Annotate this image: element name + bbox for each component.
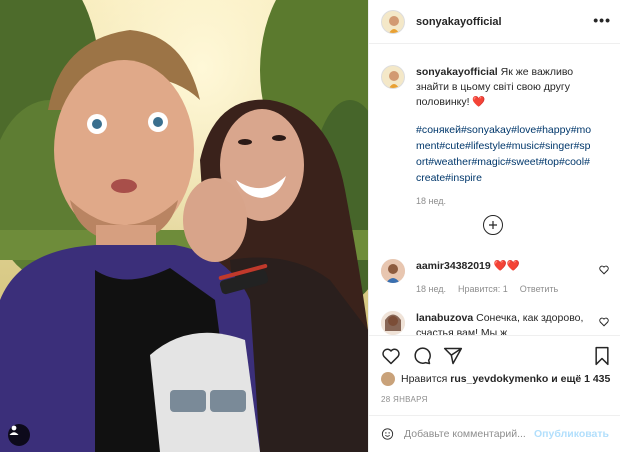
more-options-icon[interactable]: ••• [593,13,611,27]
comment-input[interactable] [404,428,535,440]
comments-area: sonyakayofficial Як же важливо знайти в … [369,45,620,335]
author-username[interactable]: sonyakayofficial [416,16,502,28]
comment-text: ❤️❤️ [493,260,520,272]
post-side-panel: sonyakayofficial ••• sonyakayofficial Як… [368,0,620,452]
comment-icon[interactable] [412,346,432,366]
caption: sonyakayofficial Як же важливо знайти в … [381,65,607,110]
caption-time[interactable]: 18 нед. [416,196,607,206]
commenter-avatar[interactable] [381,311,405,335]
post-date[interactable]: 28 ЯНВАРЯ [381,395,428,404]
caption-avatar[interactable] [381,65,405,89]
author-avatar[interactable] [381,9,405,34]
selfie-image [0,0,368,452]
comment-item: lanabuzova Сонечка, как здорово, счастья… [381,311,609,335]
user-tag-icon [9,425,19,435]
comment-username[interactable]: aamir34382019 [416,260,491,272]
caption-emoji: ❤️ [472,96,486,108]
liker-username[interactable]: rus_yevdokymenko [450,373,548,385]
share-icon[interactable] [443,346,463,366]
comment-likes[interactable]: Нравится: 1 [458,282,508,297]
likes-prefix: Нравится [401,373,448,385]
post-photo[interactable] [0,0,368,452]
action-bar [369,335,620,375]
publish-button[interactable]: Опубликовать [534,428,609,440]
reply-button[interactable]: Ответить [520,282,558,297]
caption-text: sonyakayofficial Як же важливо знайти в … [416,65,606,110]
smiley-icon[interactable] [381,425,394,443]
post-view: sonyakayofficial ••• sonyakayofficial Як… [0,0,620,452]
hashtags[interactable]: #сонякей#sonyakay#love#happy#moment#cute… [416,122,594,186]
comment-item: aamir34382019 ❤️❤️ 18 нед. Нравится: 1 О… [381,259,609,297]
tagged-users-button[interactable] [8,424,30,446]
plus-circle-icon[interactable] [483,215,503,235]
post-header: sonyakayofficial ••• [369,0,620,44]
heart-icon[interactable] [599,317,609,327]
bookmark-icon[interactable] [593,346,611,366]
comment-composer: Опубликовать [369,415,620,452]
caption-username[interactable]: sonyakayofficial [416,66,498,78]
comment-meta: 18 нед. Нравится: 1 Ответить [416,282,586,297]
liker-avatar[interactable] [381,372,395,386]
likes-summary: Нравится rus_yevdokymenko и ещё 1 435 [381,372,610,386]
heart-icon[interactable] [381,346,401,366]
comment-time[interactable]: 18 нед. [416,282,446,297]
likes-count[interactable]: и ещё 1 435 [551,373,610,385]
heart-icon[interactable] [599,265,609,275]
commenter-avatar[interactable] [381,259,405,283]
comment-username[interactable]: lanabuzova [416,312,473,324]
